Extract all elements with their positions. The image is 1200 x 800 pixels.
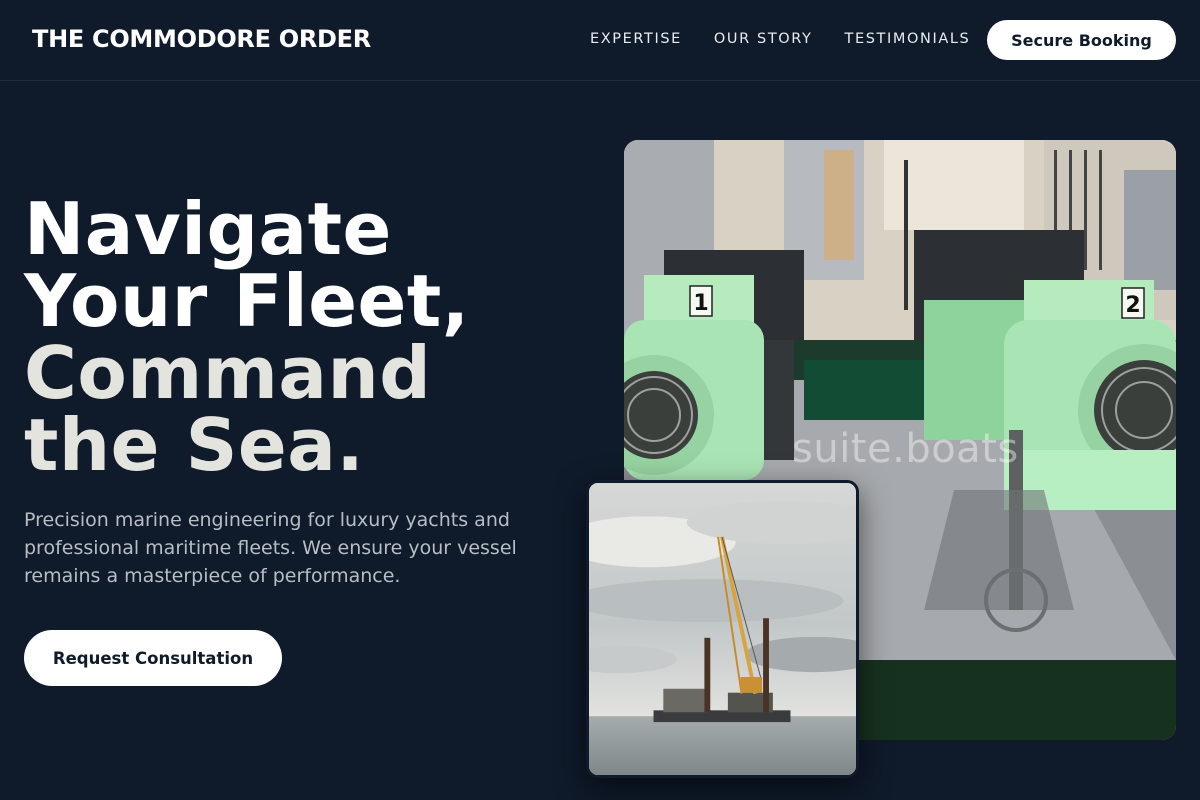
nav-link-testimonials[interactable]: TESTIMONIALS — [845, 31, 971, 47]
engine-badge-2: 2 — [1125, 293, 1140, 318]
crane-barge-photo — [586, 480, 859, 778]
headline-line-3: Command — [24, 331, 432, 415]
hero-headline: Navigate Your Fleet, Command the Sea. — [24, 193, 584, 481]
hero-lede: Precision marine engineering for luxury … — [24, 509, 517, 587]
engine-badge-1: 1 — [693, 291, 708, 316]
nav-links: EXPERTISE OUR STORY TESTIMONIALS — [590, 31, 1002, 47]
image-watermark: suite.boats — [792, 426, 1019, 472]
crane-barge-illustration — [589, 483, 856, 775]
brand-logo[interactable]: THE COMMODORE ORDER — [32, 25, 371, 53]
nav-link-expertise[interactable]: EXPERTISE — [590, 31, 682, 47]
headline-line-2: Your Fleet, — [24, 259, 470, 343]
nav-link-our-story[interactable]: OUR STORY — [714, 31, 813, 47]
top-nav: THE COMMODORE ORDER EXPERTISE OUR STORY … — [0, 0, 1200, 81]
secure-booking-button[interactable]: Secure Booking — [987, 20, 1176, 60]
headline-line-4: the Sea. — [24, 403, 365, 487]
request-consultation-button[interactable]: Request Consultation — [24, 630, 282, 686]
headline-line-1: Navigate — [24, 187, 392, 271]
